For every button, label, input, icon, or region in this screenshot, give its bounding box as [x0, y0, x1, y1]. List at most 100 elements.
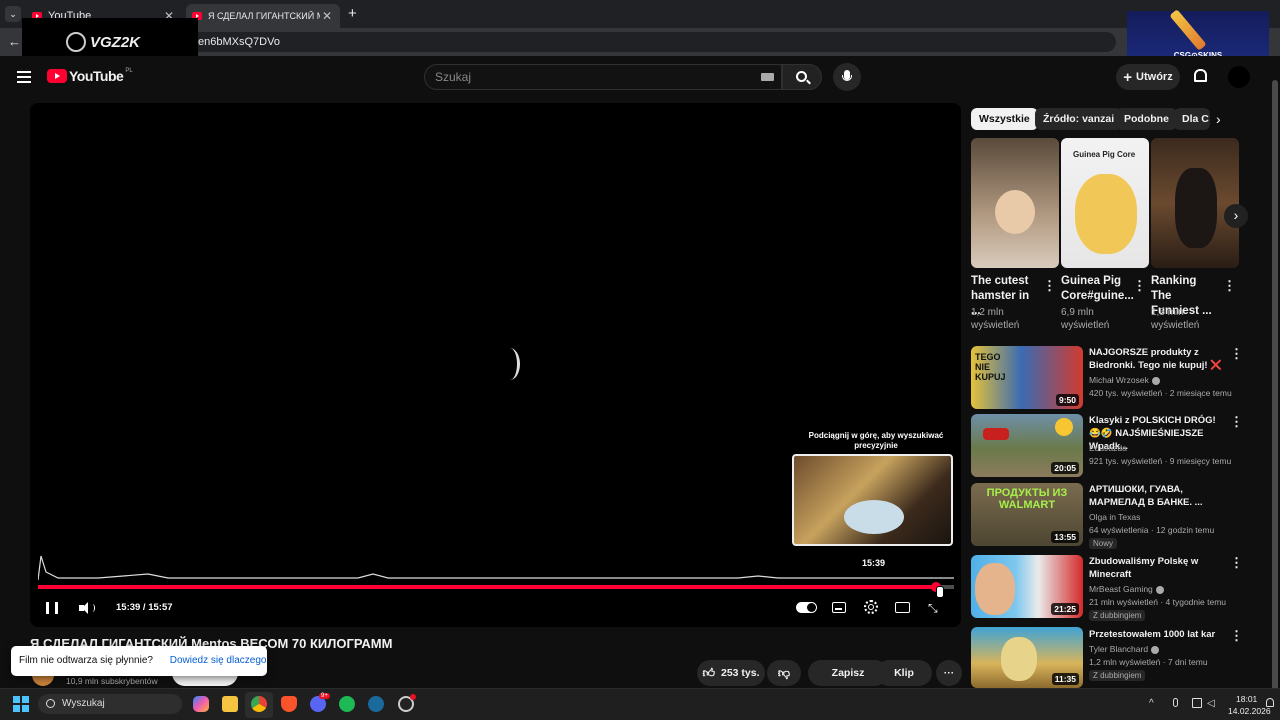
taskbar-search-label: Wyszukaj	[62, 698, 105, 709]
video-meta: 64 wyświetlenia · 12 godzin temu	[1089, 525, 1215, 535]
chips-next-arrow-icon[interactable]: ›	[1216, 111, 1221, 127]
progress-bar[interactable]	[38, 585, 954, 589]
region-code: PL	[125, 68, 133, 74]
video-thumbnail[interactable]: 20:05	[971, 414, 1083, 477]
short-thumbnail[interactable]	[971, 138, 1059, 268]
notifications-bell-icon[interactable]	[1194, 69, 1207, 82]
subtitles-button[interactable]	[832, 602, 846, 613]
video-title-link[interactable]: АРТИШОКИ, ГУАВА, МАРМЕЛАД В БАНКЕ. ...	[1089, 483, 1229, 509]
copilot-icon[interactable]	[193, 696, 209, 712]
video-meta: 1,2 mln wyświetleń · 7 dni temu	[1089, 657, 1208, 667]
tab-search-button[interactable]: ⌄	[5, 6, 21, 22]
tray-chevron-icon[interactable]: ^	[1149, 698, 1154, 709]
steam-icon[interactable]	[368, 696, 384, 712]
video-menu-icon[interactable]: ⋮	[1230, 414, 1243, 430]
thumbs-down-icon: 👎︎	[777, 665, 791, 680]
preview-egg-shape	[844, 500, 904, 534]
chip-all[interactable]: Wszystkie	[971, 108, 1038, 130]
video-menu-icon[interactable]: ⋮	[1230, 346, 1243, 362]
video-title-link[interactable]: NAJGORSZE produkty z Biedronki. Tego nie…	[1089, 346, 1229, 372]
avatar[interactable]	[1228, 66, 1250, 88]
dislike-button[interactable]: 👎︎	[767, 660, 801, 686]
youtube-logo[interactable]: YouTube PL	[47, 68, 133, 84]
menu-icon[interactable]	[17, 71, 31, 83]
emoji-face	[1055, 418, 1073, 436]
spotify-icon[interactable]	[339, 696, 355, 712]
search-icon	[46, 699, 55, 708]
more-actions-button[interactable]: ···	[936, 660, 962, 686]
volume-button[interactable]	[79, 601, 95, 615]
video-channel[interactable]: Olga in Texas	[1089, 512, 1140, 522]
chip-for-you[interactable]: Dla C	[1174, 108, 1210, 130]
short-menu-icon[interactable]: ⋮	[1043, 278, 1056, 294]
save-label: Zapisz	[831, 667, 865, 679]
back-arrow-icon[interactable]: ←	[8, 34, 21, 49]
clip-button[interactable]: Klip	[876, 660, 932, 686]
voice-search-button[interactable]	[833, 63, 861, 91]
video-thumbnail[interactable]: ПРОДУКТЫ ИЗ WALMART 13:55	[971, 483, 1083, 546]
like-count: 253 tys.	[721, 667, 760, 679]
settings-button[interactable]	[864, 600, 878, 614]
autoplay-toggle[interactable]	[796, 602, 817, 613]
speaker-icon[interactable]: ◁	[1207, 698, 1215, 709]
taskbar-search[interactable]: Wyszukaj	[38, 694, 182, 714]
short-menu-icon[interactable]: ⋮	[1133, 278, 1146, 294]
video-duration: 13:55	[1051, 531, 1079, 543]
video-menu-icon[interactable]: ⋮	[1230, 555, 1243, 571]
search-input[interactable]: Szukaj	[424, 64, 782, 90]
pause-button[interactable]	[46, 602, 58, 614]
short-thumbnail[interactable]	[1151, 138, 1239, 268]
windows-taskbar	[0, 688, 1280, 720]
short-thumbnail[interactable]: Guinea Pig Core	[1061, 138, 1149, 268]
page-scrollbar[interactable]	[1270, 60, 1280, 700]
thumb-text: ПРОДУКТЫ ИЗ WALMART	[986, 487, 1068, 511]
channel-name: Olga in Texas	[1089, 512, 1141, 522]
keyboard-icon[interactable]	[761, 73, 774, 81]
video-channel[interactable]: EduJazda	[1089, 443, 1127, 453]
video-player[interactable]	[30, 103, 961, 627]
chip-source[interactable]: Źródło: vanzai	[1035, 108, 1123, 130]
clock-date[interactable]: 14.02.2026	[1228, 706, 1271, 716]
video-channel[interactable]: Tyler Blanchard	[1089, 644, 1160, 654]
tab-video[interactable]: Я СДЕЛАЛ ГИГАНТСКИЙ Mentos ✕	[186, 4, 340, 28]
video-duration: 9:50	[1055, 394, 1079, 406]
toast-message: Film nie odtwarza się płynnie?	[19, 655, 153, 666]
video-thumbnail[interactable]: TEGO NIE KUPUJ 9:50	[971, 346, 1083, 409]
scrub-hint: Podciągnij w górę, aby wyszukiwać precyz…	[808, 431, 944, 450]
short-title[interactable]: Guinea Pig Core#guine...	[1061, 274, 1134, 304]
video-thumbnail[interactable]: 21:25	[971, 555, 1083, 618]
new-tab-button[interactable]: +	[348, 5, 357, 22]
video-menu-icon[interactable]: ⋮	[1230, 628, 1243, 644]
theater-mode-button[interactable]	[895, 602, 910, 613]
hamster-shape	[995, 190, 1035, 234]
plus-icon: +	[1123, 68, 1133, 86]
file-explorer-icon[interactable]	[222, 696, 238, 712]
video-channel[interactable]: MrBeast Gaming	[1089, 584, 1164, 594]
like-button[interactable]: 👍︎ 253 tys.	[697, 660, 765, 686]
brave-icon[interactable]	[281, 696, 297, 712]
search-button[interactable]	[782, 64, 822, 90]
windows-start-icon[interactable]	[13, 696, 29, 712]
knife-icon	[1169, 9, 1207, 51]
chip-related[interactable]: Podobne	[1116, 108, 1177, 130]
clock-time[interactable]: 18:01	[1236, 694, 1257, 704]
close-tab-icon[interactable]: ✕	[322, 9, 332, 23]
short-menu-icon[interactable]: ⋮	[1223, 278, 1236, 294]
microphone-icon[interactable]	[1173, 698, 1178, 707]
toast-link[interactable]: Dowiedz się dlaczego	[170, 655, 267, 666]
network-icon[interactable]	[1192, 698, 1202, 708]
short-views: 6,9 mln	[1061, 307, 1094, 318]
video-thumbnail[interactable]: 11:35	[971, 627, 1083, 688]
video-title-link[interactable]: Zbudowaliśmy Polskę w Minecraft	[1089, 555, 1229, 581]
chrome-icon[interactable]	[251, 696, 267, 712]
notification-bell-icon[interactable]	[1266, 698, 1274, 707]
video-meta: 21 mln wyświetleń · 4 tygodnie temu	[1089, 597, 1227, 607]
video-title-link[interactable]: Przetestowałem 1000 lat kar	[1089, 628, 1229, 641]
create-button[interactable]: + Utwórz	[1116, 64, 1180, 90]
time-display: 15:39 / 15:57	[116, 602, 173, 613]
fullscreen-button[interactable]: ⤡	[928, 601, 938, 616]
fullscreen-icon: ⤡	[928, 601, 938, 615]
short-views-label: wyświetleń	[971, 320, 1020, 331]
video-channel[interactable]: Michał Wrzosek	[1089, 375, 1160, 385]
shorts-next-button[interactable]: ›	[1224, 204, 1248, 228]
